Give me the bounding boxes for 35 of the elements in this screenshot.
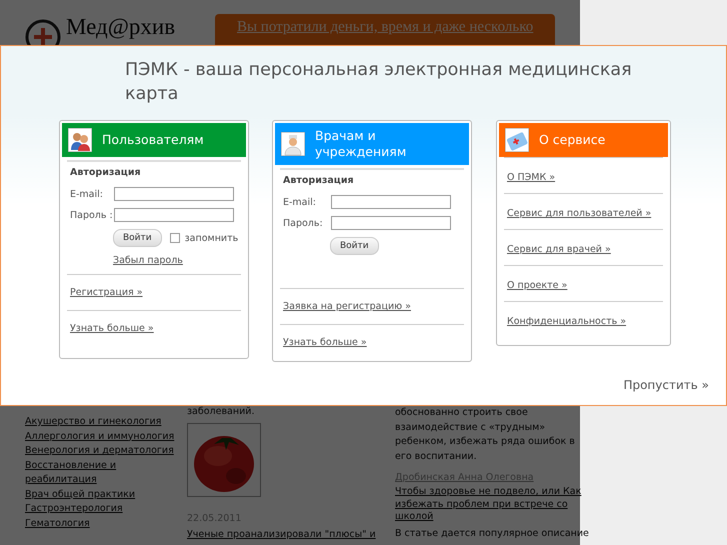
panel-link[interactable]: Сервис для пользователей »	[507, 208, 652, 219]
skip-link[interactable]: Пропустить »	[623, 378, 709, 392]
magnifier-plus-icon	[24, 18, 62, 45]
panel-link[interactable]: Заявка на регистрацию »	[283, 301, 411, 312]
checkbox[interactable]	[170, 233, 180, 243]
section-title: Авторизация	[70, 167, 142, 178]
input-field[interactable]	[114, 208, 234, 222]
forgot-password-link[interactable]: Забыл пароль	[113, 255, 183, 266]
field-label: E-mail:	[283, 196, 317, 209]
field-label: E-mail:	[70, 188, 104, 201]
panel-link[interactable]: Узнать больше »	[70, 323, 154, 334]
panel-title: О сервисе	[539, 132, 606, 148]
field-label: Пароль:	[283, 217, 324, 230]
dialog-title: ПЭМК - ваша персональная электронная медицинская карта	[124, 59, 633, 106]
checkbox-label: запомнить	[184, 232, 238, 244]
users-icon	[68, 128, 92, 152]
article-text: обоснованно строить свое взаимодействие с «трудным» ребенком, избежать ряда ошибок в его воспитании.	[395, 406, 576, 464]
panel-link[interactable]: Сервис для врачей »	[507, 244, 611, 255]
input-field[interactable]	[114, 187, 234, 201]
panel-link[interactable]: Конфиденциальность »	[507, 316, 626, 327]
news-text: заболеваний.	[187, 406, 256, 418]
login-button[interactable]: Войти	[330, 237, 379, 255]
input-field[interactable]	[331, 195, 451, 209]
login-button[interactable]: Войти	[113, 229, 162, 247]
panel-link[interactable]: О ПЭМК »	[507, 172, 556, 183]
first-aid-kit-icon	[505, 128, 529, 152]
input-field[interactable]	[331, 216, 451, 230]
doctor-icon	[281, 132, 305, 156]
panel-link[interactable]: О проекте »	[507, 280, 568, 291]
section-title: Авторизация	[283, 175, 355, 186]
panel-link[interactable]: Узнать больше »	[283, 337, 367, 348]
panel-link[interactable]: Регистрация »	[70, 287, 143, 298]
field-label: Пароль :	[70, 209, 114, 222]
panel-title: Врачам и учреждениям	[315, 128, 408, 160]
panel-title: Пользователям	[102, 132, 204, 148]
